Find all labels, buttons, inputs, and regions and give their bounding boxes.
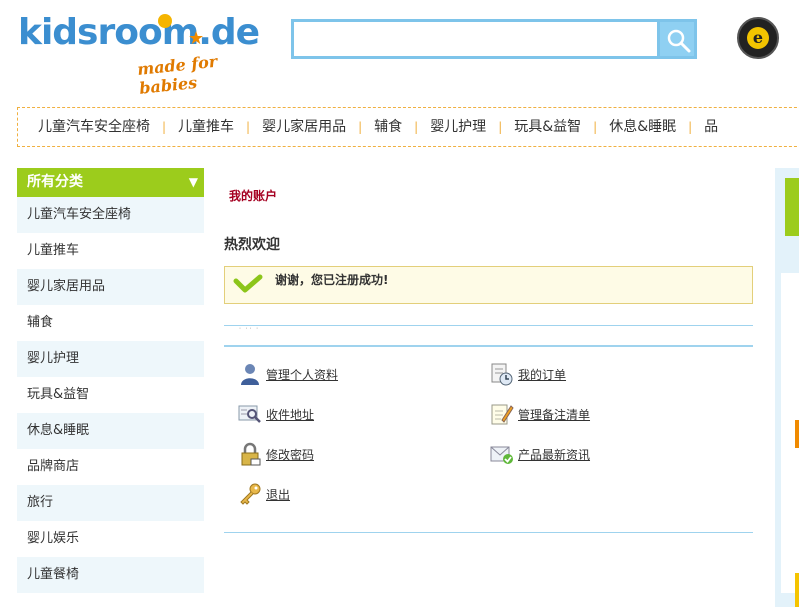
success-message: 谢谢，您已注册成功! <box>275 273 389 287</box>
category-sidebar: 所有分类 ▼ 儿童汽车安全座椅 儿童推车 婴儿家居用品 辅食 婴儿护理 玩具&益… <box>17 168 204 593</box>
sidebar-item-high-chairs[interactable]: 儿童餐椅 <box>17 557 204 593</box>
right-column-yellow-block <box>795 573 799 607</box>
change-password-label: 修改密码 <box>266 447 315 462</box>
topnav-separator: | <box>162 120 167 134</box>
sidebar-item-brands[interactable]: 品牌商店 <box>17 449 204 485</box>
topnav-separator: | <box>498 120 503 134</box>
top-navigation: 儿童汽车安全座椅 | 儿童推车 | 婴儿家居用品 | 辅食 | 婴儿护理 | 玩具&益智 | 休息&睡眠… <box>17 107 799 147</box>
right-column <box>775 168 799 607</box>
notepad-pencil-icon <box>491 404 514 425</box>
sidebar-item-car-seats[interactable]: 儿童汽车安全座椅 <box>17 197 204 233</box>
logout-label: 退出 <box>266 487 291 502</box>
logo-sun-icon <box>158 14 172 28</box>
shipping-address-link[interactable]: 收件地址 <box>238 402 314 426</box>
trusted-shops-badge[interactable]: e <box>737 17 779 59</box>
logo-star-icon: ★ <box>188 28 205 49</box>
logout-link[interactable]: 退出 <box>238 482 290 506</box>
success-notice: 谢谢，您已注册成功! <box>224 266 753 304</box>
user-icon <box>241 364 259 385</box>
manage-profile-label: 管理个人资料 <box>266 367 339 382</box>
manage-profile-link[interactable]: 管理个人资料 <box>238 362 338 386</box>
topnav-item-care[interactable]: 婴儿护理 <box>424 108 492 146</box>
site-logo[interactable]: kidsroom.de ★ made for babies <box>18 8 260 98</box>
search-bar <box>291 19 697 59</box>
topnav-separator: | <box>246 120 251 134</box>
key-icon <box>240 483 261 505</box>
topnav-separator: | <box>414 120 419 134</box>
topnav-item-brands[interactable]: 品 <box>698 108 724 146</box>
topnav-item-sleep[interactable]: 休息&睡眠 <box>603 108 682 146</box>
topnav-item-food[interactable]: 辅食 <box>368 108 408 146</box>
breadcrumb[interactable]: 我的账户 <box>229 187 277 204</box>
shipping-address-label: 收件地址 <box>266 407 315 422</box>
panel-footer-divider <box>224 532 753 533</box>
topnav-separator: | <box>593 120 598 134</box>
topnav-item-car-seats[interactable]: 儿童汽车安全座椅 <box>18 108 156 146</box>
change-password-link[interactable]: 修改密码 <box>238 442 314 466</box>
manage-wishlist-link[interactable]: 管理备注清单 <box>490 402 590 426</box>
sidebar-item-food[interactable]: 辅食 <box>17 305 204 341</box>
right-column-header <box>785 178 799 236</box>
logo-tagline: made for babies <box>136 51 219 98</box>
sidebar-header[interactable]: 所有分类 ▼ <box>17 168 204 197</box>
trusted-shops-e-icon: e <box>747 27 769 49</box>
sidebar-item-strollers[interactable]: 儿童推车 <box>17 233 204 269</box>
panel-header-decoration: ˙ ˙˙ ˙ <box>238 327 260 336</box>
sidebar-item-entertainment[interactable]: 婴儿娱乐 <box>17 521 204 557</box>
topnav-item-home[interactable]: 婴儿家居用品 <box>256 108 352 146</box>
right-column-orange-button[interactable] <box>795 420 799 448</box>
sidebar-item-care[interactable]: 婴儿护理 <box>17 341 204 377</box>
chevron-down-icon: ▼ <box>188 175 198 189</box>
sidebar-item-travel[interactable]: 旅行 <box>17 485 204 521</box>
sidebar-item-toys[interactable]: 玩具&益智 <box>17 377 204 413</box>
panel-header-divider: ˙ ˙˙ ˙ <box>224 325 753 347</box>
lock-icon <box>241 442 261 466</box>
logo-wordmark: kidsroom.de <box>18 12 260 53</box>
topnav-item-toys[interactable]: 玩具&益智 <box>508 108 587 146</box>
order-clock-icon <box>491 363 513 386</box>
sidebar-item-sleep[interactable]: 休息&睡眠 <box>17 413 204 449</box>
page-title: 热烈欢迎 <box>224 237 280 253</box>
search-button[interactable] <box>657 19 697 59</box>
mail-check-icon <box>490 446 513 464</box>
topnav-separator: | <box>688 120 693 134</box>
manage-wishlist-label: 管理备注清单 <box>518 407 591 422</box>
topnav-item-strollers[interactable]: 儿童推车 <box>172 108 240 146</box>
sidebar-item-home[interactable]: 婴儿家居用品 <box>17 269 204 305</box>
sidebar-title: 所有分类 <box>27 174 83 190</box>
checkmark-icon <box>233 274 263 293</box>
topnav-separator: | <box>358 120 363 134</box>
my-orders-link[interactable]: 我的订单 <box>490 362 566 386</box>
address-search-icon <box>238 405 261 423</box>
my-orders-label: 我的订单 <box>518 367 567 382</box>
newsletter-link[interactable]: 产品最新资讯 <box>490 442 590 466</box>
search-icon <box>667 29 691 53</box>
newsletter-label: 产品最新资讯 <box>518 447 591 462</box>
search-input[interactable] <box>291 19 657 59</box>
